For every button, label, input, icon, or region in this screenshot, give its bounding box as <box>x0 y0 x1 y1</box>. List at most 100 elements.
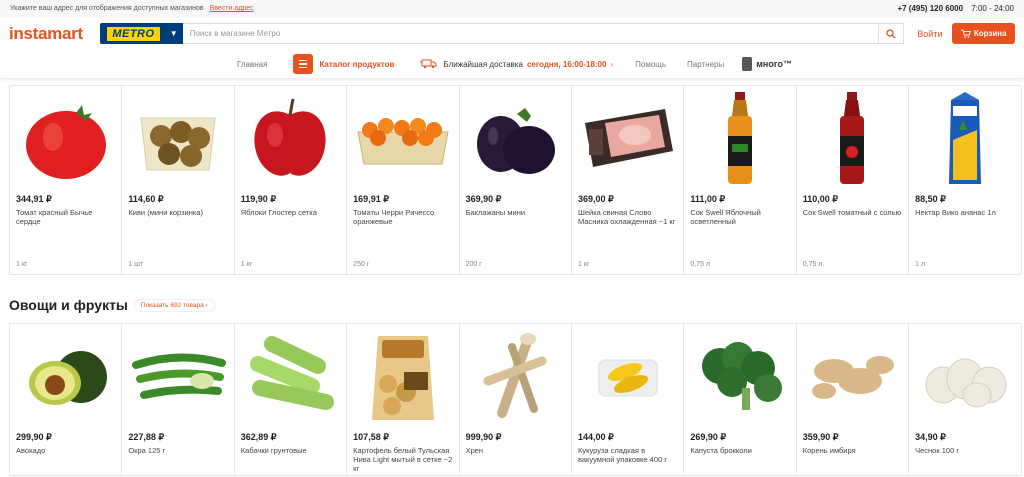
truck-icon <box>420 59 437 69</box>
product-price: 114,60 ₽ <box>128 194 164 204</box>
store-selector[interactable]: METRO ▼ <box>100 23 183 44</box>
product-card[interactable]: 362,89 ₽ Кабачки грунтовые <box>235 324 348 475</box>
cart-icon <box>960 29 971 38</box>
ginger-image <box>797 324 908 424</box>
instamart-logo[interactable]: instamart <box>9 24 100 44</box>
potato-bag-image <box>347 324 458 424</box>
product-card[interactable]: 34,90 ₽ Чеснок 100 г <box>909 324 1022 475</box>
chevron-down-icon: ▼ <box>169 29 178 38</box>
product-name[interactable]: Корень имбиря <box>803 446 904 455</box>
product-card[interactable]: 119,90 ₽ Яблоки Глостер сетка 1 кг <box>235 86 348 274</box>
phone-number[interactable]: +7 (495) 120 6000 <box>897 4 963 13</box>
address-notice: Укажите ваш адрес для отображения доступ… <box>10 5 204 12</box>
pork-neck-image <box>572 86 683 186</box>
product-name[interactable]: Кукуруза сладкая в вакуумной упаковке 40… <box>578 446 679 464</box>
tomato-juice-image <box>797 86 908 186</box>
nav-help[interactable]: Помощь <box>635 60 666 69</box>
cart-label: Корзина <box>973 29 1007 38</box>
delivery-time: сегодня, 16:00-18:00 <box>526 59 607 69</box>
product-name[interactable]: Сок Swell Яблочный осветленный <box>690 208 791 226</box>
product-grid-vegetables: 299,90 ₽ Авокадо 227,88 ₽ Окра 125 г 362… <box>9 323 1022 476</box>
garlic-image <box>909 324 1020 424</box>
product-name[interactable]: Хрен <box>466 446 567 455</box>
product-card[interactable]: 227,88 ₽ Окра 125 г <box>122 324 235 475</box>
product-name[interactable]: Томат красный Бычье сердце <box>16 208 117 226</box>
product-name[interactable]: Сок Swell томатный с солью <box>803 208 904 217</box>
product-price: 169,91 ₽ <box>353 194 389 204</box>
product-card[interactable]: 369,90 ₽ Баклажаны мини 200 г <box>460 86 572 274</box>
product-name[interactable]: Яблоки Глостер сетка <box>241 208 342 217</box>
metro-logo: METRO <box>107 26 160 41</box>
avocado-image <box>10 324 121 424</box>
tomato-image <box>10 86 121 186</box>
product-name[interactable]: Кабачки грунтовые <box>241 446 342 455</box>
nav-home[interactable]: Главная <box>237 60 267 69</box>
product-name[interactable]: Картофель белый Тульская Нива Light мыты… <box>353 446 454 473</box>
product-card[interactable]: 169,91 ₽ Томаты Черри Ричессо оранжевые … <box>347 86 460 274</box>
product-card[interactable]: 999,90 ₽ Хрен <box>460 324 572 475</box>
product-weight: 200 г <box>465 261 482 268</box>
delivery-label: Ближайшая доставка <box>443 59 523 69</box>
contact-info: +7 (495) 120 6000 7:00 - 24:00 <box>897 4 1014 13</box>
nav-partners[interactable]: Партнеры <box>687 60 724 69</box>
header: instamart METRO ▼ Поиск в магазине Метро… <box>0 17 1024 50</box>
top-info-bar: Укажите ваш адрес для отображения доступ… <box>0 0 1024 17</box>
catalog-button[interactable]: Каталог продуктов <box>293 54 394 74</box>
delivery-info[interactable]: Ближайшая доставка сегодня, 16:00-18:00 … <box>420 59 613 69</box>
product-card[interactable]: 369,00 ₽ Шейка свиная Слово Масника охла… <box>572 86 685 274</box>
product-card[interactable]: 299,90 ₽ Авокадо <box>10 324 123 475</box>
product-price: 88,50 ₽ <box>915 194 946 204</box>
search-input[interactable]: Поиск в магазине Метро <box>182 23 905 44</box>
search-icon <box>886 28 896 38</box>
product-name[interactable]: Окра 125 г <box>128 446 229 455</box>
mnogo-logo[interactable]: много™ <box>742 57 792 71</box>
product-card[interactable]: 269,90 ₽ Капуста брокколи <box>684 324 797 475</box>
product-price: 110,00 ₽ <box>802 194 838 204</box>
okra-image <box>122 324 233 424</box>
product-name[interactable]: Нектар Вико ананас 1л <box>915 208 1016 217</box>
cart-button[interactable]: Корзина <box>952 23 1015 44</box>
kiwi-image <box>122 86 233 186</box>
product-weight: 1 л <box>915 261 926 268</box>
product-name[interactable]: Капуста брокколи <box>690 446 791 455</box>
mnogo-bag-icon <box>742 57 753 71</box>
product-price: 299,90 ₽ <box>16 432 52 442</box>
product-card[interactable]: 359,90 ₽ Корень имбиря <box>797 324 910 475</box>
product-card[interactable]: 111,00 ₽ Сок Swell Яблочный осветленный … <box>684 86 797 274</box>
product-price: 119,90 ₽ <box>240 194 277 204</box>
pineapple-nectar-image <box>909 86 1020 186</box>
catalog-label: Каталог продуктов <box>319 59 395 69</box>
enter-address-link[interactable]: Ввести адрес <box>210 5 254 12</box>
search-placeholder: Поиск в магазине Метро <box>189 29 281 38</box>
product-card[interactable]: 114,60 ₽ Киви (мини корзинка) 1 шт <box>122 86 235 274</box>
zucchini-image <box>235 324 346 424</box>
product-name[interactable]: Чеснок 100 г <box>915 446 1016 455</box>
cherry-tomato-image <box>347 86 458 186</box>
product-name[interactable]: Авокадо <box>16 446 117 455</box>
product-name[interactable]: Томаты Черри Ричессо оранжевые <box>353 208 454 226</box>
search-button[interactable] <box>878 24 903 43</box>
product-card[interactable]: 110,00 ₽ Сок Swell томатный с солью 0,75… <box>797 86 910 274</box>
chevron-right-icon: › <box>610 59 614 69</box>
product-weight: 0,75 л <box>690 261 710 268</box>
product-weight: 1 кг <box>577 261 590 268</box>
product-name[interactable]: Шейка свиная Слово Масника охлажденная ~… <box>578 208 679 226</box>
horseradish-image <box>460 324 571 424</box>
product-name[interactable]: Баклажаны мини <box>466 208 567 217</box>
product-price: 144,00 ₽ <box>577 432 614 442</box>
product-card[interactable]: 344,91 ₽ Томат красный Бычье сердце 1 кг <box>10 86 123 274</box>
eggplant-image <box>460 86 571 186</box>
working-hours: 7:00 - 24:00 <box>971 4 1014 13</box>
product-card[interactable]: 88,50 ₽ Нектар Вико ананас 1л 1 л <box>909 86 1022 274</box>
product-name[interactable]: Киви (мини корзинка) <box>128 208 229 217</box>
product-weight: 250 г <box>353 261 370 268</box>
show-all-button[interactable]: Показать 692 товара › <box>133 298 215 312</box>
product-card[interactable]: 144,00 ₽ Кукуруза сладкая в вакуумной уп… <box>572 324 685 475</box>
product-price: 111,00 ₽ <box>690 194 726 204</box>
product-price: 34,90 ₽ <box>915 432 946 442</box>
product-price: 999,90 ₽ <box>465 432 502 442</box>
product-price: 344,91 ₽ <box>16 194 52 204</box>
login-button[interactable]: Войти <box>917 29 942 39</box>
apple-image <box>235 86 346 186</box>
product-card[interactable]: 107,58 ₽ Картофель белый Тульская Нива L… <box>347 324 460 475</box>
